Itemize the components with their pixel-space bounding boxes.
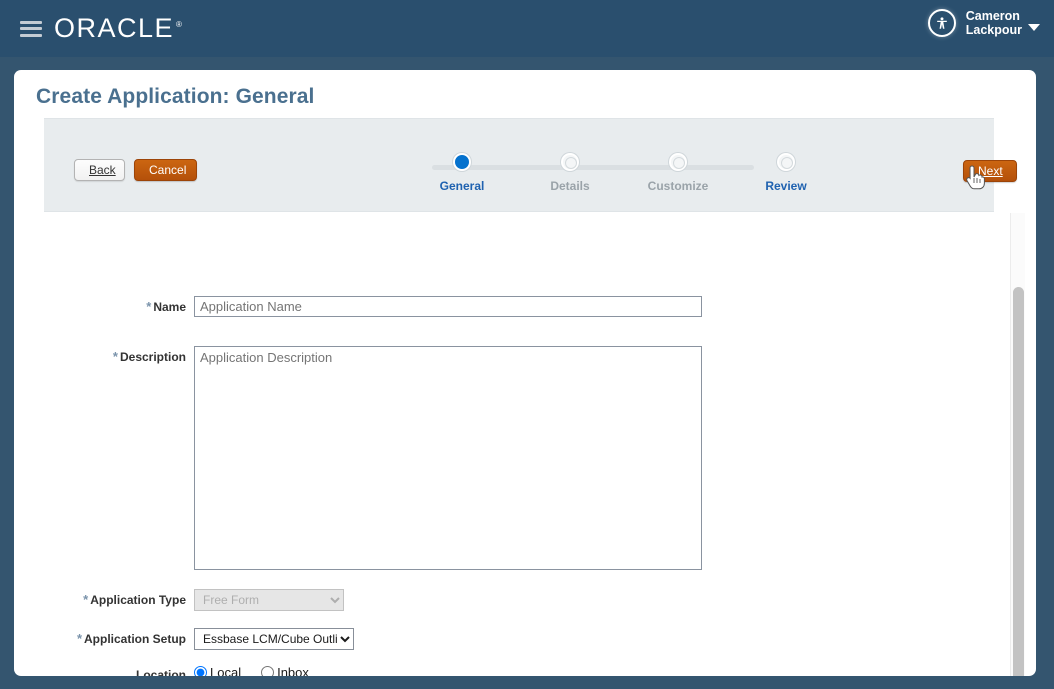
location-option-inbox[interactable]: Inbox: [261, 665, 309, 676]
accessibility-person-icon: [927, 9, 956, 37]
field-row-application-setup: * Application Setup Essbase LCM/Cube Outl…: [44, 628, 354, 650]
field-row-application-type: * Application Type Free Form: [44, 589, 344, 611]
label-location: Location: [44, 665, 194, 676]
field-row-name: * Name: [44, 296, 702, 317]
user-menu[interactable]: Cameron Lackpour: [927, 9, 1040, 37]
form-scroll-region: *Name *Description *Application Type: [14, 213, 1036, 676]
user-name: Cameron Lackpour: [966, 9, 1022, 37]
wizard-step-label-general: General: [439, 179, 485, 193]
field-row-description: * Description: [44, 346, 702, 570]
location-radio-group: Local Inbox: [194, 665, 323, 676]
hamburger-menu-icon[interactable]: [20, 20, 42, 37]
back-button[interactable]: Back: [74, 159, 125, 181]
label-name-text: Name: [153, 300, 186, 314]
wizard-step-dot-customize: [669, 153, 687, 171]
required-marker: *: [112, 349, 118, 364]
label-application-type-text: Application Type: [90, 593, 186, 607]
required-marker: *: [83, 592, 89, 607]
required-marker: *: [76, 631, 82, 646]
label-location-text: Location: [136, 668, 186, 676]
description-textarea[interactable]: [194, 346, 702, 570]
field-row-location: Location Local Inbox: [44, 665, 323, 676]
wizard-step-review[interactable]: Review: [732, 153, 840, 193]
user-name-last: Lackpour: [965, 23, 1022, 37]
label-application-type: * Application Type: [44, 589, 194, 607]
label-application-setup: * Application Setup: [44, 628, 194, 646]
user-name-first: Cameron: [965, 9, 1020, 23]
cancel-button[interactable]: Cancel: [134, 159, 197, 181]
location-option-local[interactable]: Local: [194, 665, 241, 676]
label-description-text: Description: [119, 350, 186, 364]
application-type-select[interactable]: Free Form: [194, 589, 344, 611]
chevron-down-icon[interactable]: [1028, 24, 1040, 31]
wizard-step-label-customize: Customize: [647, 179, 709, 193]
name-input[interactable]: [194, 296, 702, 317]
location-radio-inbox[interactable]: [261, 666, 275, 676]
wizard-steps: General Details Customize Review: [418, 153, 807, 209]
label-application-setup-text: Application Setup: [84, 632, 186, 646]
wizard-step-details[interactable]: Details: [516, 153, 624, 193]
oracle-logo[interactable]: ORACLE ®: [54, 15, 183, 42]
label-name: * Name: [44, 296, 194, 314]
required-marker: *: [146, 299, 152, 314]
vertical-scrollbar-track[interactable]: [1010, 213, 1025, 676]
wizard-step-label-details: Details: [550, 179, 590, 193]
wizard-step-label-review: Review: [765, 179, 807, 193]
application-setup-select[interactable]: Essbase LCM/Cube Outline: [194, 628, 354, 650]
page-panel: Create Application: General Back Cancel …: [14, 70, 1036, 676]
back-button-label: Back: [89, 163, 116, 177]
hamburger-bar: [20, 27, 42, 30]
wizard-train-bar: Back Cancel Next General Details Customi…: [44, 118, 1017, 212]
wizard-step-dot-details: [561, 153, 579, 171]
location-label-inbox: Inbox: [277, 665, 309, 676]
vertical-scrollbar-thumb[interactable]: [1013, 287, 1024, 676]
wizard-step-customize[interactable]: Customize: [624, 153, 732, 193]
wizard-step-general[interactable]: General: [408, 153, 516, 193]
location-label-local: Local: [210, 665, 242, 676]
label-description: * Description: [44, 346, 194, 364]
next-button-label: Next: [978, 164, 1003, 178]
cancel-button-label: Cancel: [149, 163, 187, 177]
location-radio-local[interactable]: [194, 666, 207, 676]
next-button[interactable]: Next: [963, 160, 1017, 182]
global-header: ORACLE ® Cameron Lackpour: [0, 0, 1054, 57]
page-title: Create Application: General: [36, 85, 315, 108]
oracle-logo-text: ORACLE: [54, 13, 175, 43]
oracle-logo-registered-mark: ®: [176, 20, 184, 29]
hamburger-bar: [20, 20, 42, 24]
wizard-step-dot-review: [777, 153, 795, 171]
hamburger-bar: [20, 33, 42, 37]
wizard-step-dot-general: [453, 153, 471, 171]
